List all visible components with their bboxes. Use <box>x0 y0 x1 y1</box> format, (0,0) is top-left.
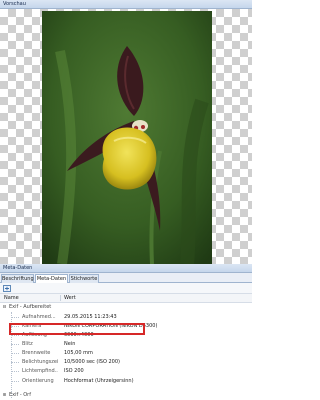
property-row[interactable]: Blitz Nein <box>0 340 252 349</box>
column-header-value[interactable]: Wert <box>64 294 76 302</box>
column-divider[interactable] <box>60 295 61 301</box>
property-row[interactable]: Belichtungszeit 10/5000 sec (ISO 200) <box>0 358 252 367</box>
property-name: Brennweite <box>22 350 51 356</box>
expand-all-button[interactable] <box>2 284 11 292</box>
column-header-name[interactable]: Name <box>4 294 19 302</box>
property-value: Hochformat (Uhrzeigersinn) <box>64 378 134 384</box>
collapse-icon[interactable]: ⊟ <box>3 303 6 312</box>
metadata-panel-title: Meta-Daten <box>0 264 252 273</box>
group-exif-aufbereitet[interactable]: ⊟ Exif - Aufbereitet <box>0 303 252 312</box>
property-grid: ⊟ Exif - Aufbereitet Aufnahmed... 29.05.… <box>0 303 252 400</box>
property-name: Kamera <box>22 323 42 329</box>
property-value: Nein <box>64 341 76 347</box>
property-row[interactable]: Kamera NIKON CORPORATION (NIKON D5300) <box>0 322 252 331</box>
property-name: Aufnahmed... <box>22 314 56 320</box>
preview-panel-title: Vorschau <box>0 0 252 9</box>
property-name: Blitz <box>22 341 33 347</box>
property-name: Orientierung <box>22 378 54 384</box>
group-exif-orf[interactable]: ⊞ Exif - Orf <box>0 391 252 400</box>
property-grid-header: Name Wert <box>0 294 252 303</box>
property-value: 10/5000 sec (ISO 200) <box>64 359 120 365</box>
property-row[interactable]: Aufnahmed... 29.05.2015 11:23:43 <box>0 313 252 322</box>
property-name: Lichtempfind... <box>22 368 58 374</box>
image-preview-area[interactable] <box>0 9 252 264</box>
property-row[interactable]: Brennweite 105,00 mm <box>0 349 252 358</box>
expand-icon[interactable]: ⊞ <box>3 391 6 400</box>
property-value: 29.05.2015 11:23:43 <box>64 314 117 320</box>
metadata-tabs: Beschriftung Meta-Daten Stichworte <box>0 273 252 284</box>
orchid-photo <box>42 11 212 264</box>
property-name: Belichtungszeit <box>22 359 58 365</box>
property-name: Auflösung <box>22 332 47 338</box>
property-value: NIKON CORPORATION (NIKON D5300) <box>64 323 158 329</box>
metadata-toolbar <box>0 283 252 294</box>
tab-stichworte[interactable]: Stichworte <box>69 274 99 283</box>
property-value: 105,00 mm <box>64 350 93 356</box>
property-value: 6000×4000 <box>64 332 94 338</box>
tab-beschriftung[interactable]: Beschriftung <box>1 274 34 283</box>
property-row[interactable]: Auflösung 6000×4000 <box>0 331 252 340</box>
property-row-orientation[interactable]: Orientierung Hochformat (Uhrzeigersinn) <box>0 377 252 386</box>
expand-icon <box>2 284 11 292</box>
property-value: ISO 200 <box>64 368 84 374</box>
property-row[interactable]: Lichtempfind... ISO 200 <box>0 367 252 376</box>
